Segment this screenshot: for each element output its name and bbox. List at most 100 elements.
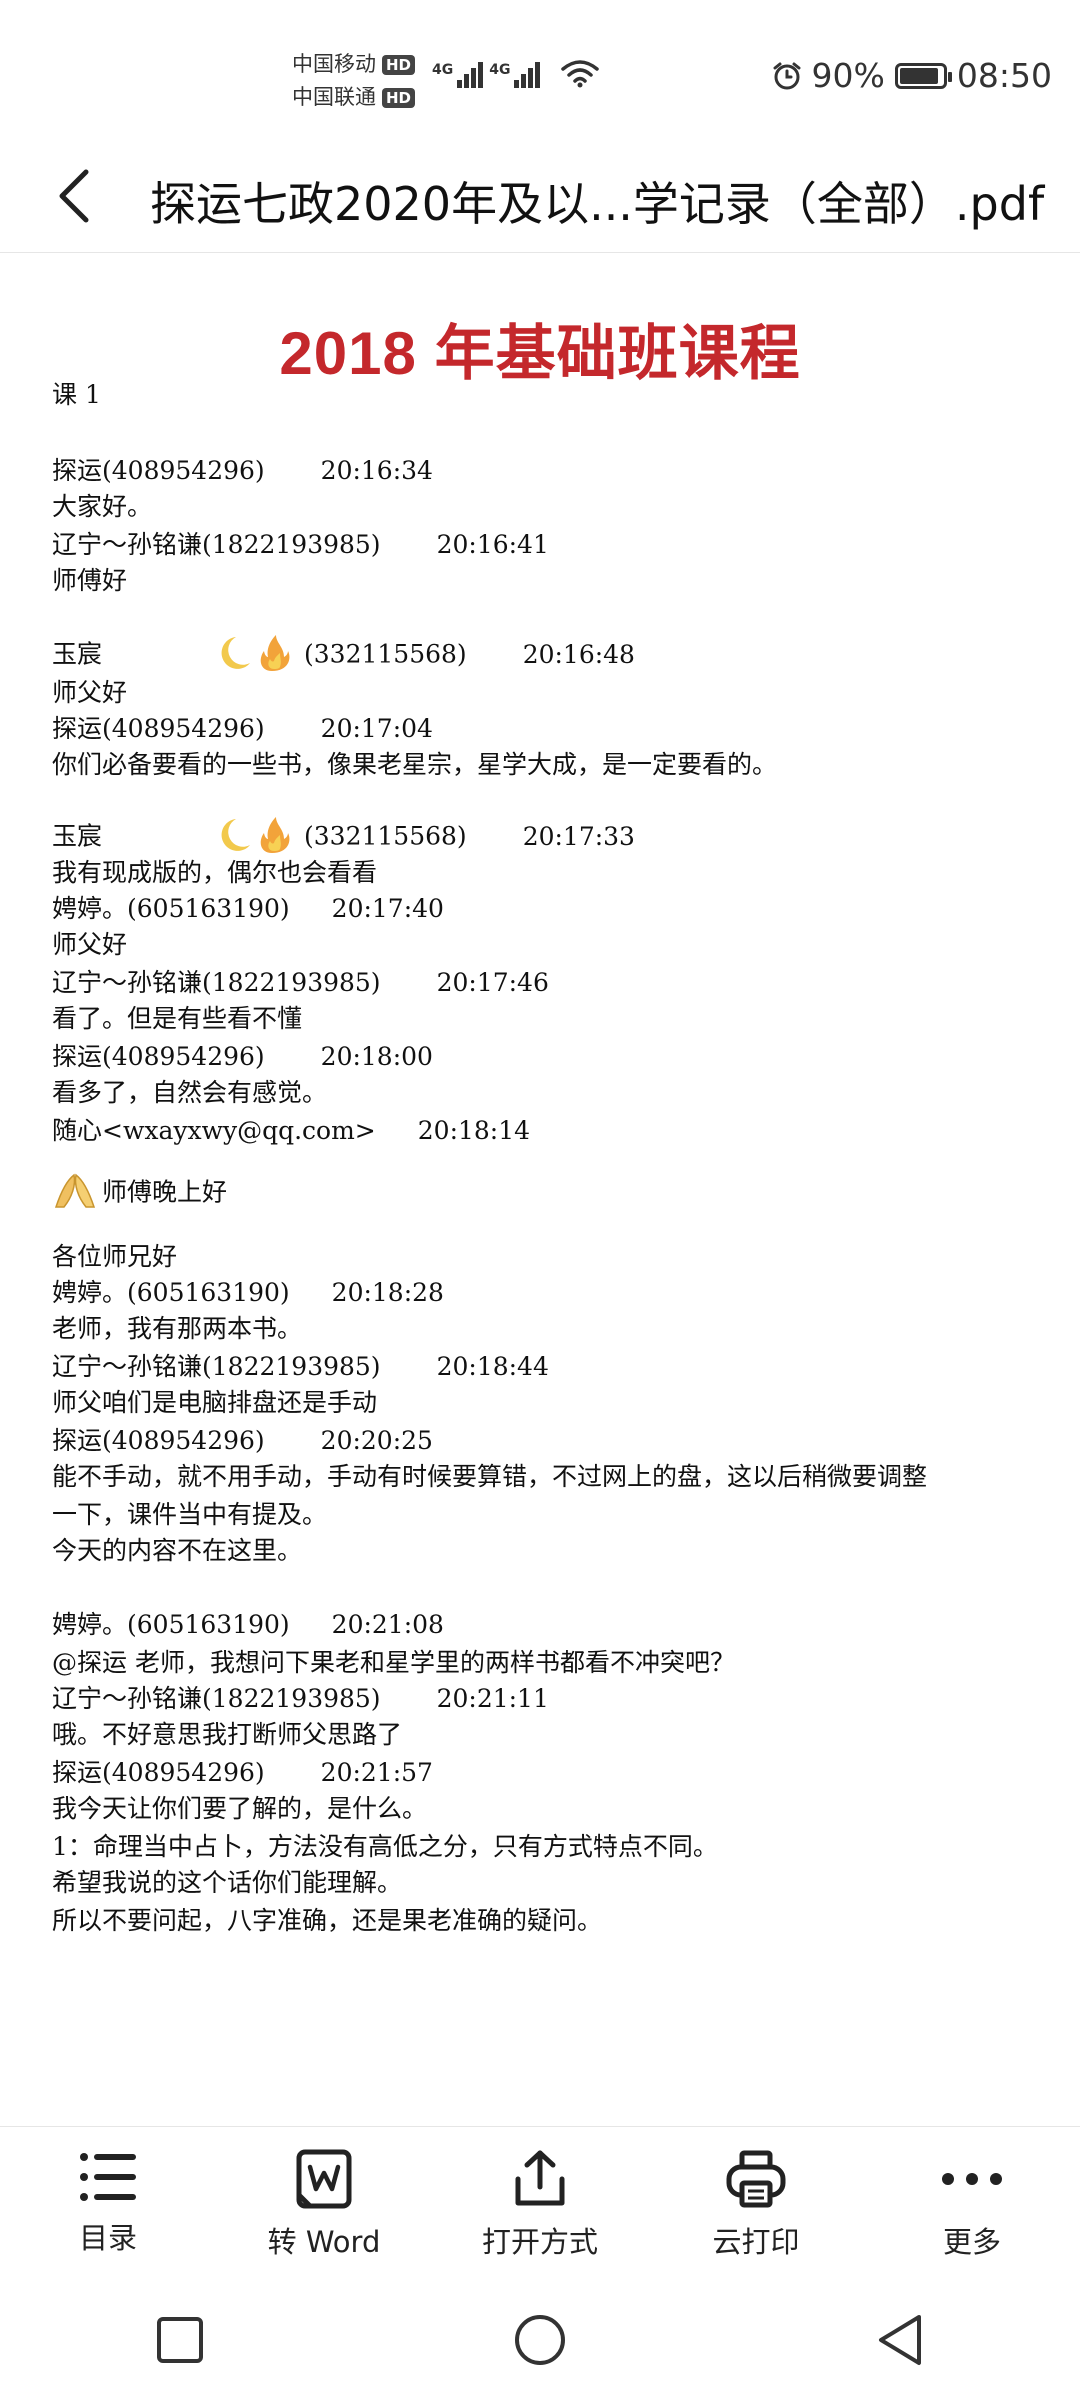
catalog-label: 目录: [78, 2221, 137, 2255]
message-text: 师父好: [52, 678, 128, 707]
bottom-toolbar: 目录 转 Word 打开方式 云打印 更多: [0, 2126, 1080, 2281]
clock: 08:50: [956, 56, 1052, 95]
message-text: 所以不要问起，八字准确，还是果老准确的疑问。: [52, 1906, 603, 1935]
timestamp: 20:20:25: [320, 1426, 433, 1455]
message-header: 探运(408954296) 20:17:04: [52, 709, 433, 745]
message-text: 看多了，自然会有感觉。: [52, 1078, 328, 1107]
message-header: 辽宁～孙铭谦(1822193985) 20:17:46: [52, 963, 549, 999]
sender: 辽宁～孙铭谦(1822193985): [52, 1352, 381, 1381]
message-text: 能不手动，就不用手动，手动有时候要算错，不过网上的盘，这以后稍微要调整: [52, 1462, 928, 1491]
praying-hands-emoji-icon: [52, 1171, 98, 1217]
list-icon: [80, 2153, 136, 2201]
more-button[interactable]: 更多: [872, 2127, 1072, 2281]
document-title: 探运七政2020年及以...学记录（全部）.pdf: [150, 177, 1045, 231]
message-header: 随心<wxayxwy@qq.com> 20:18:14: [52, 1111, 530, 1147]
sender: 娉婷。(605163190): [52, 1278, 290, 1307]
wifi-icon: [561, 60, 600, 88]
timestamp: 20:18:00: [320, 1042, 433, 1071]
timestamp: 20:16:41: [436, 530, 549, 559]
message-header: 探运(408954296) 20:16:34: [52, 451, 433, 487]
convert-word-button[interactable]: 转 Word: [224, 2127, 424, 2281]
open-with-button[interactable]: 打开方式: [440, 2127, 640, 2281]
message-header: 辽宁～孙铭谦(1822193985) 20:18:44: [52, 1347, 549, 1383]
sender-id: (332115568): [304, 639, 467, 669]
print-icon: [726, 2150, 786, 2208]
sender: 探运(408954296): [52, 1426, 265, 1455]
battery-icon: [894, 62, 952, 89]
message-text: 大家好。: [52, 492, 153, 521]
timestamp: 20:17:04: [320, 714, 433, 743]
back-triangle-icon: [879, 2315, 921, 2365]
message-text: @探运 老师，我想问下果老和星学里的两样书都看不冲突吧？: [52, 1648, 735, 1677]
timestamp: 20:18:44: [436, 1352, 549, 1381]
more-icon: [942, 2173, 1002, 2185]
signal-icon: 4G: [432, 62, 484, 88]
back-nav-button[interactable]: [840, 2290, 960, 2390]
timestamp: 20:21:08: [331, 1610, 444, 1639]
timestamp: 20:21:11: [436, 1684, 549, 1713]
message-text: 老师，我有那两本书。: [52, 1314, 303, 1343]
timestamp: 20:21:57: [320, 1758, 433, 1787]
open-with-label: 打开方式: [481, 2225, 598, 2259]
message-header: 探运(408954296) 20:20:25: [52, 1421, 433, 1457]
message-text: 哦。不好意思我打断师父思路了: [52, 1720, 403, 1749]
lesson-label: 课 1: [52, 380, 101, 409]
sender: 探运(408954296): [52, 714, 265, 743]
message-header: 探运(408954296) 20:21:57: [52, 1753, 433, 1789]
moon-fire-emoji-icon: [210, 633, 300, 679]
message-header: 玉宸 (332115568) 20:16:48: [52, 633, 635, 679]
sender: 探运(408954296): [52, 1758, 265, 1787]
share-icon: [515, 2150, 565, 2206]
convert-word-label: 转 Word: [267, 2225, 381, 2259]
cloud-print-label: 云打印: [712, 2225, 800, 2259]
status-bar: 中国移动 HD 中国联通 HD 4G 4G 90% 08:50: [0, 0, 1080, 140]
message-header: 娉婷。(605163190) 20:18:28: [52, 1273, 444, 1309]
message-text: 今天的内容不在这里。: [52, 1536, 303, 1565]
sender: 探运(408954296): [52, 1042, 265, 1071]
message-text: 1：命理当中占卜，方法没有高低之分，只有方式特点不同。: [52, 1832, 718, 1861]
timestamp: 20:17:40: [331, 894, 444, 923]
timestamp: 20:16:48: [522, 639, 635, 669]
pdf-page[interactable]: 2018 年基础班课程 课 1 探运(408954296) 20:16:34 大家…: [0, 253, 1080, 2125]
message-header: 娉婷。(605163190) 20:21:08: [52, 1605, 444, 1641]
carrier-info: 中国移动 HD 中国联通 HD: [292, 48, 416, 114]
catalog-button[interactable]: 目录: [8, 2127, 208, 2281]
title-bar: 探运七政2020年及以...学记录（全部）.pdf: [0, 140, 1080, 253]
back-button[interactable]: [56, 162, 116, 230]
message-text: 你们必备要看的一些书，像果老星宗，星学大成，是一定要看的。: [52, 750, 778, 779]
recents-button[interactable]: [120, 2290, 240, 2390]
word-convert-icon: [296, 2149, 352, 2209]
home-circle-icon: [515, 2315, 565, 2365]
sender: 娉婷。(605163190): [52, 894, 290, 923]
recents-square-icon: [157, 2317, 203, 2363]
message-text: 师傅晚上好: [52, 1171, 227, 1217]
network-type-label: 4G: [489, 62, 511, 78]
timestamp: 20:17:33: [522, 821, 635, 851]
system-nav-bar: [0, 2280, 1080, 2400]
more-label: 更多: [942, 2225, 1001, 2259]
message-text: 希望我说的这个话你们能理解。: [52, 1868, 403, 1897]
sender: 玉宸: [52, 639, 103, 669]
carrier-2: 中国联通: [292, 85, 376, 109]
network-type-label: 4G: [432, 62, 454, 78]
message-header: 娉婷。(605163190) 20:17:40: [52, 889, 444, 925]
signal-icon: 4G: [489, 62, 541, 88]
message-text: 看了。但是有些看不懂: [52, 1004, 303, 1033]
sender: 随心<wxayxwy@qq.com>: [52, 1116, 376, 1145]
alarm-icon: [773, 62, 801, 89]
timestamp: 20:17:46: [436, 968, 549, 997]
sender: 辽宁～孙铭谦(1822193985): [52, 968, 381, 997]
sender: 玉宸: [52, 821, 103, 851]
status-right: 90% 08:50: [772, 56, 1052, 95]
carrier-1: 中国移动: [292, 52, 376, 76]
sender: 辽宁～孙铭谦(1822193985): [52, 1684, 381, 1713]
message-text: 我有现成版的，偶尔也会看看: [52, 858, 378, 887]
message-text: 一下，课件当中有提及。: [52, 1500, 328, 1529]
cloud-print-button[interactable]: 云打印: [656, 2127, 856, 2281]
home-button[interactable]: [480, 2290, 600, 2390]
timestamp: 20:18:28: [331, 1278, 444, 1307]
hd-badge: HD: [382, 54, 416, 75]
chevron-left-icon: [59, 169, 89, 223]
sender-id: (332115568): [304, 821, 467, 851]
message-header: 辽宁～孙铭谦(1822193985) 20:16:41: [52, 525, 549, 561]
